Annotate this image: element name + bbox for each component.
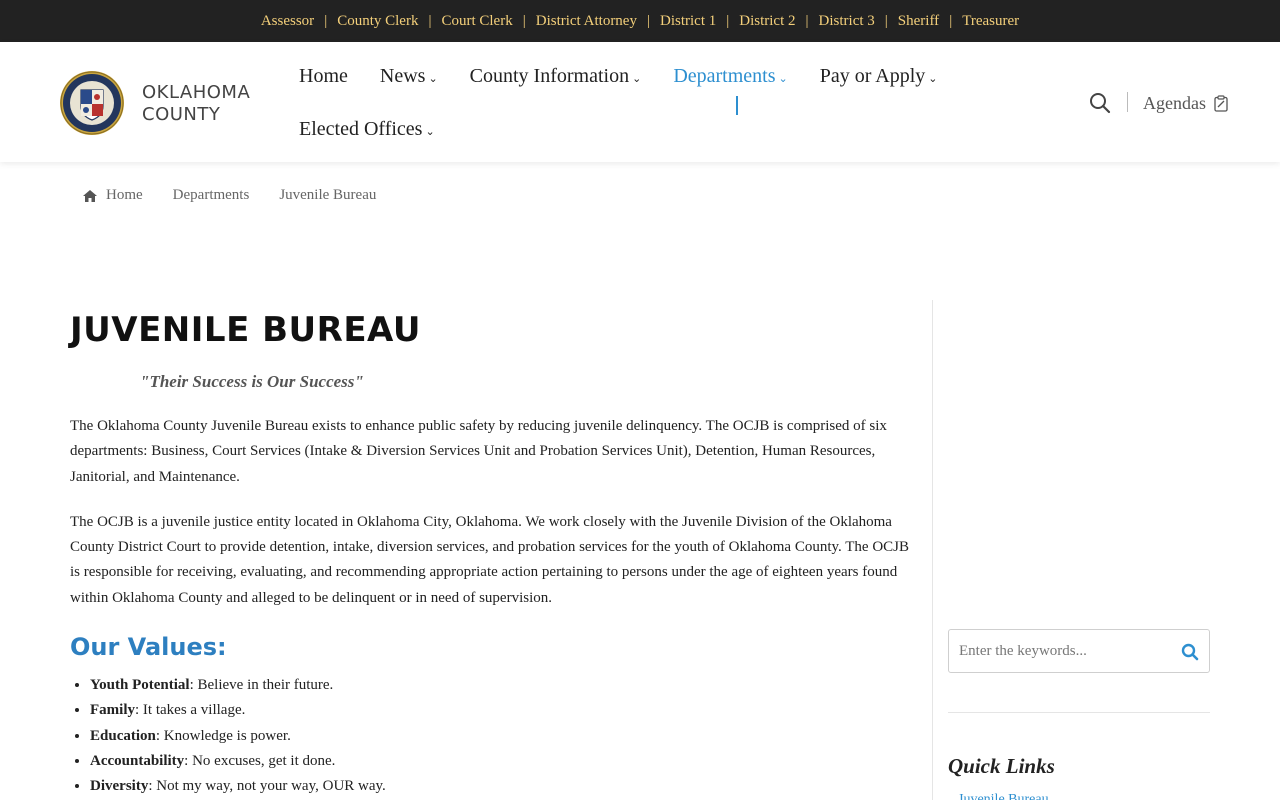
breadcrumb-label: Departments xyxy=(172,187,250,203)
values-list: Youth Potential: Believe in their future… xyxy=(90,673,920,799)
value-term: Diversity xyxy=(90,778,149,795)
breadcrumb-home[interactable]: Home xyxy=(82,187,143,204)
clipboard-icon xyxy=(1214,95,1228,112)
topbar-link-district-3[interactable]: District 3 xyxy=(809,13,885,30)
values-heading: Our Values: xyxy=(70,633,227,662)
page-title: JUVENILE BUREAU xyxy=(70,310,421,350)
nav-label: Pay or Apply xyxy=(819,64,926,87)
value-term: Education xyxy=(90,727,156,744)
topbar-link-district-2[interactable]: District 2 xyxy=(729,13,805,30)
breadcrumb-current: Juvenile Bureau xyxy=(279,187,376,204)
top-utility-bar: Assessor | County Clerk | Court Clerk | Dis… xyxy=(0,0,1280,42)
topbar-link-district-1[interactable]: District 1 xyxy=(650,13,726,30)
content-sidebar-divider xyxy=(932,300,933,800)
chevron-down-icon: ⌄ xyxy=(778,72,788,85)
chevron-down-icon: ⌄ xyxy=(928,72,938,85)
nav-item-home[interactable]: Home xyxy=(299,65,348,88)
site-name-line2: COUNTY xyxy=(142,104,221,125)
sidebar-search xyxy=(948,629,1210,673)
county-seal-logo[interactable] xyxy=(59,70,125,136)
breadcrumb-label: Juvenile Bureau xyxy=(279,187,377,203)
agendas-link[interactable]: Agendas xyxy=(1143,93,1228,114)
office-links: Assessor | County Clerk | Court Clerk | Dis… xyxy=(251,13,1029,30)
nav-item-county-information[interactable]: County Information ⌄ xyxy=(470,65,642,88)
nav-label: Departments xyxy=(673,64,776,87)
topbar-link-court-clerk[interactable]: Court Clerk xyxy=(431,13,522,30)
nav-label: Elected Offices xyxy=(299,117,423,140)
breadcrumb-label: Home xyxy=(106,187,143,203)
nav-item-elected-offices[interactable]: Elected Offices ⌄ xyxy=(299,118,435,141)
value-desc: : It takes a village. xyxy=(135,702,246,719)
value-desc: : Believe in their future. xyxy=(189,677,334,694)
tagline: "Their Success is Our Success" xyxy=(140,372,364,391)
about-paragraph: The OCJB is a juvenile justice entity lo… xyxy=(70,513,910,606)
agendas-label: Agendas xyxy=(1143,93,1206,113)
value-term: Accountability xyxy=(90,752,185,769)
nav-label: News xyxy=(379,64,426,87)
topbar-link-sheriff[interactable]: Sheriff xyxy=(888,13,949,30)
value-desc: : No excuses, get it done. xyxy=(184,752,336,769)
quick-link-juvenile-bureau[interactable]: Juvenile Bureau xyxy=(958,792,1049,800)
value-desc: : Not my way, not your way, OUR way. xyxy=(148,778,386,795)
list-item: Family: It takes a village. xyxy=(90,698,920,723)
nav-label: Home xyxy=(299,64,348,87)
search-icon[interactable] xyxy=(1181,643,1199,661)
chevron-down-icon: ⌄ xyxy=(425,125,435,138)
active-nav-indicator xyxy=(736,96,738,115)
value-term: Youth Potential xyxy=(90,677,190,694)
search-input[interactable] xyxy=(959,630,1169,672)
list-item: Education: Knowledge is power. xyxy=(90,724,920,749)
value-term: Family xyxy=(90,702,135,719)
nav-item-pay-or-apply[interactable]: Pay or Apply ⌄ xyxy=(820,65,938,88)
sidebar-divider xyxy=(948,712,1210,713)
topbar-link-treasurer[interactable]: Treasurer xyxy=(952,13,1029,30)
topbar-link-assessor[interactable]: Assessor xyxy=(251,13,324,30)
home-icon xyxy=(83,189,97,202)
topbar-link-district-attorney[interactable]: District Attorney xyxy=(526,13,647,30)
site-name-line1: OKLAHOMA xyxy=(142,82,251,103)
nav-item-news[interactable]: News ⌄ xyxy=(380,65,438,88)
main-content: JUVENILE BUREAU "Their Success is Our Su… xyxy=(70,300,920,800)
list-item: Youth Potential: Believe in their future… xyxy=(90,673,920,698)
quick-links-title: Quick Links xyxy=(948,754,1055,778)
list-item: Diversity: Not my way, not your way, OUR… xyxy=(90,774,920,799)
chevron-down-icon: ⌄ xyxy=(428,72,438,85)
site-name[interactable]: OKLAHOMA COUNTY xyxy=(142,82,250,126)
header-divider xyxy=(1127,92,1128,112)
site-header: OKLAHOMA COUNTY Home News ⌄ County Inform… xyxy=(0,42,1280,162)
nav-item-departments[interactable]: Departments ⌄ xyxy=(673,65,787,88)
nav-label: County Information xyxy=(469,64,630,87)
intro-paragraph: The Oklahoma County Juvenile Bureau exis… xyxy=(70,418,887,485)
topbar-link-county-clerk[interactable]: County Clerk xyxy=(327,13,428,30)
main-navigation: Home News ⌄ County Information ⌄ Departmen… xyxy=(299,60,999,145)
breadcrumb: Home Departments Juvenile Bureau xyxy=(82,187,406,204)
chevron-down-icon: ⌄ xyxy=(632,72,642,85)
list-item: Accountability: No excuses, get it done. xyxy=(90,749,920,774)
search-icon[interactable] xyxy=(1089,92,1111,114)
value-desc: : Knowledge is power. xyxy=(155,727,291,744)
breadcrumb-departments[interactable]: Departments xyxy=(173,187,250,204)
